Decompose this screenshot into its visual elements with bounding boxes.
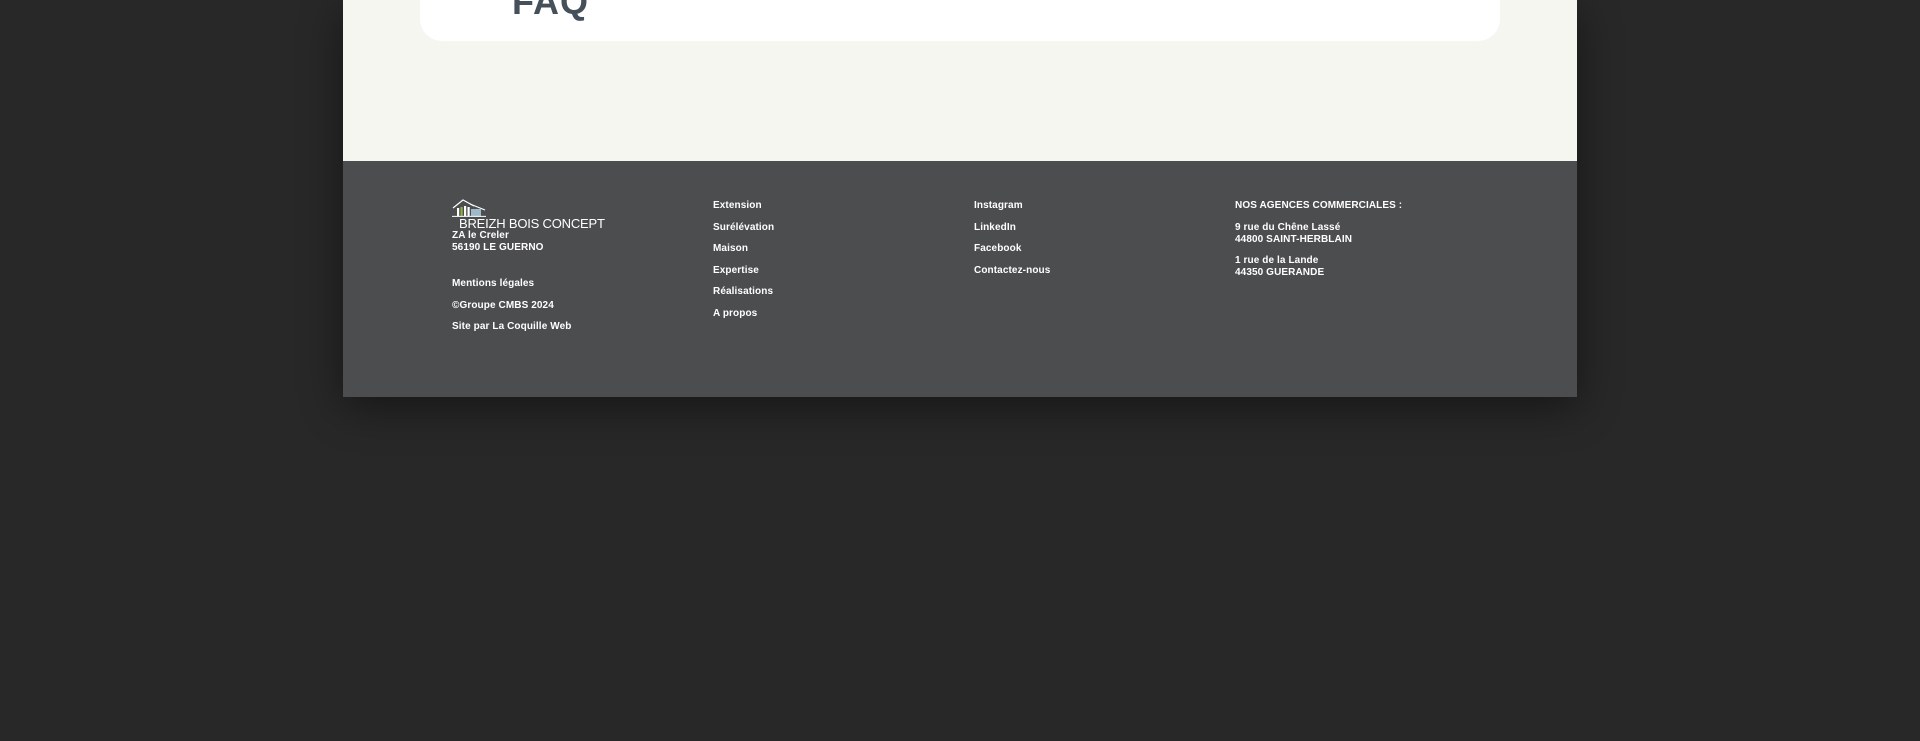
- nav-link-extension[interactable]: Extension: [713, 200, 774, 212]
- agency-saint-herblain: 9 rue du Chêne Lassé 44800 SAINT-HERBLAI…: [1235, 222, 1402, 246]
- agency-guerande: 1 rue de la Lande 44350 GUERANDE: [1235, 255, 1402, 279]
- agency-city: 44350 GUERANDE: [1235, 267, 1325, 278]
- company-address: ZA le Creler 56190 LE GUERNO: [452, 230, 605, 254]
- agency-street: 1 rue de la Lande: [1235, 255, 1319, 266]
- brand-name: BREIZH BOIS CONCEPT: [459, 216, 605, 231]
- nav-link-a-propos[interactable]: A propos: [713, 308, 774, 320]
- footer-nav-column: Extension Surélévation Maison Expertise …: [713, 200, 774, 329]
- social-link-facebook[interactable]: Facebook: [974, 243, 1050, 255]
- agency-street: 9 rue du Chêne Lassé: [1235, 222, 1341, 233]
- contact-link[interactable]: Contactez-nous: [974, 265, 1050, 277]
- brand-logo-link[interactable]: BREIZH BOIS CONCEPT: [452, 198, 605, 231]
- agencies-title: NOS AGENCES COMMERCIALES :: [1235, 200, 1403, 211]
- nav-link-expertise[interactable]: Expertise: [713, 265, 774, 277]
- social-link-linkedin[interactable]: LinkedIn: [974, 222, 1050, 234]
- copyright-text: ©Groupe CMBS 2024: [452, 299, 554, 311]
- house-roof-icon: [452, 198, 605, 217]
- nav-link-realisations[interactable]: Réalisations: [713, 286, 774, 298]
- footer-social-column: Instagram LinkedIn Facebook Contactez-no…: [974, 200, 1050, 286]
- site-credit-link[interactable]: Site par La Coquille Web: [452, 321, 605, 333]
- address-line-2: 56190 LE GUERNO: [452, 242, 544, 253]
- footer-brand-column: BREIZH BOIS CONCEPT ZA le Creler 56190 L…: [452, 198, 605, 343]
- nav-link-maison[interactable]: Maison: [713, 243, 774, 255]
- legal-links: Mentions légales ©Groupe CMBS 2024 Site …: [452, 278, 605, 333]
- faq-card: FAQ: [420, 0, 1500, 41]
- nav-link-surelevation[interactable]: Surélévation: [713, 222, 774, 234]
- faq-heading: FAQ: [512, 0, 590, 22]
- site-footer: BREIZH BOIS CONCEPT ZA le Creler 56190 L…: [343, 161, 1577, 397]
- footer-agencies-column: NOS AGENCES COMMERCIALES : 9 rue du Chên…: [1235, 200, 1402, 288]
- agency-city: 44800 SAINT-HERBLAIN: [1235, 234, 1353, 245]
- social-link-instagram[interactable]: Instagram: [974, 200, 1050, 212]
- page: FAQ BREIZH BOIS CONCEPT ZA le Creler 561…: [343, 0, 1577, 397]
- mentions-legales-link[interactable]: Mentions légales: [452, 278, 605, 290]
